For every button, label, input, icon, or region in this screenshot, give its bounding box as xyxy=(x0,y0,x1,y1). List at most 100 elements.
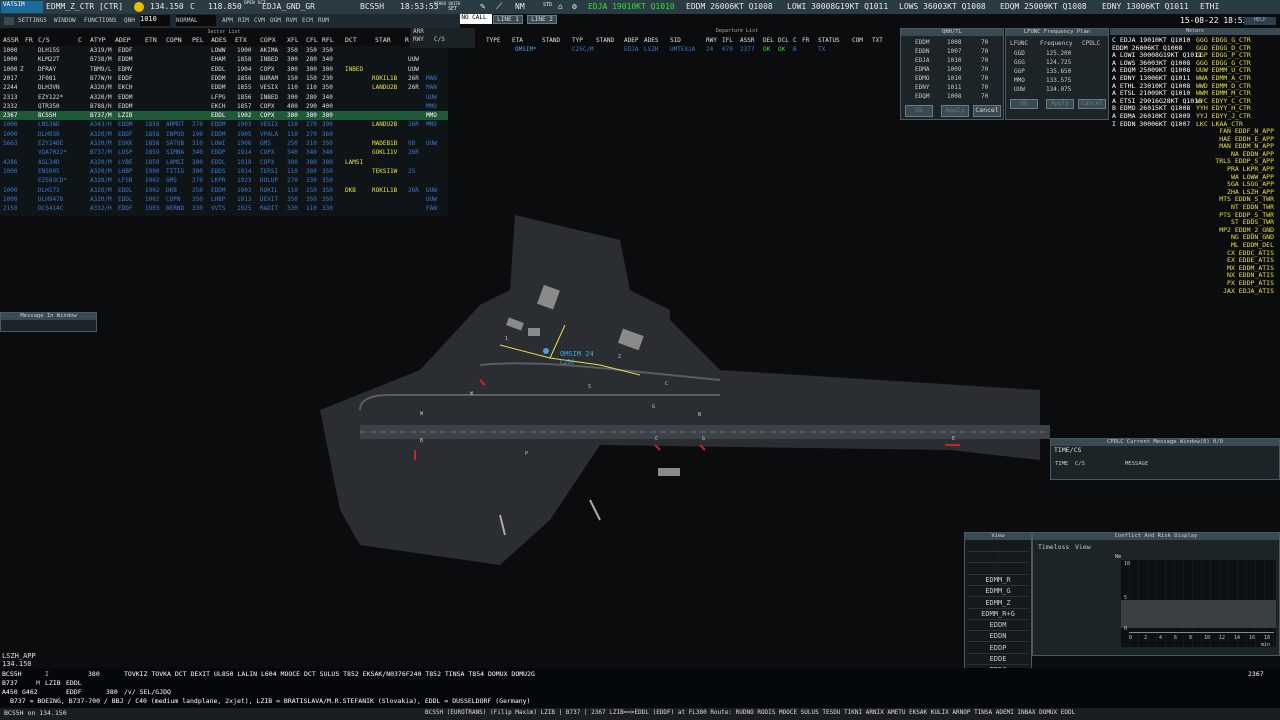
lfunc-ok-button[interactable]: Ok xyxy=(1010,99,1038,109)
col-header-17[interactable]: R xyxy=(405,36,409,44)
qnh-input[interactable]: 1010 xyxy=(140,15,170,26)
cpdlc-window[interactable]: CPDLC Current Message Window(0) 0/0 TIME… xyxy=(1050,438,1280,480)
pen-icon[interactable]: ✎ xyxy=(480,2,485,12)
fp-route[interactable]: TOVKIZ TOVKA DCT DEXIT UL850 LALIN L604 … xyxy=(124,670,535,678)
col-header-13[interactable]: CFL xyxy=(306,36,318,44)
airport-map[interactable]: OMSIM 24 C25C W W P B C G E N S C G 2 1 xyxy=(300,210,1060,570)
sector-list-row[interactable]: 4286 ASL34D A320/M LYBE 1859 LAMSI 380 EDDL 1918… xyxy=(0,158,448,167)
dep-header-10[interactable]: C xyxy=(793,37,797,44)
dep-header-12[interactable]: STATUS xyxy=(818,37,840,44)
lfunc-cell[interactable]: 125.200 xyxy=(1046,50,1071,57)
view-item[interactable]: EDMM_G xyxy=(967,587,1029,598)
fp-speed[interactable]: G462 xyxy=(22,688,38,696)
sector-list-row[interactable]: 5663 EZY24DE A320/M EGKK 1858 SATUB 310 LOWI 190… xyxy=(0,139,448,148)
apm-button[interactable]: APM xyxy=(222,17,233,24)
fp-ades2[interactable]: EDDF xyxy=(66,688,82,696)
lfunc-cancel-button[interactable]: Cancel xyxy=(1078,99,1106,109)
sector-list-row[interactable]: 2313 EZY122* A320/M EDDM LFPG 1856 INBED 300 280… xyxy=(0,93,448,102)
sector-list-row[interactable]: 1000 DLH173 A320/M EDDL 1902 DKB 250 EDDM 1903 RO… xyxy=(0,186,448,195)
aircraft-label[interactable]: OMSIM 24 xyxy=(560,350,594,358)
sector-list-row[interactable]: 1000 ENS905 A320/M LHBP 1900 TITIG 380 EDDS 1914… xyxy=(0,167,448,176)
col-header-11[interactable]: COPX xyxy=(260,36,276,44)
dep-header-1[interactable]: STAND xyxy=(596,37,614,44)
dep-header-6[interactable]: IFL xyxy=(722,37,733,44)
dep-header-14[interactable]: TXT xyxy=(872,37,883,44)
dep-cell[interactable]: EDJA xyxy=(624,46,638,53)
std-label[interactable]: STD xyxy=(543,2,552,8)
lfunc-apply-button[interactable]: Apply xyxy=(1046,99,1074,109)
lfunc-cell[interactable]: 134.075 xyxy=(1046,86,1071,93)
lfunc-cell[interactable]: 133.575 xyxy=(1046,77,1071,84)
fp-squawk2[interactable]: 2367 xyxy=(1248,670,1264,678)
view-item[interactable]: EDDP xyxy=(967,644,1029,654)
freq1[interactable]: 134.150 xyxy=(150,2,184,11)
dep-cell[interactable]: UMTEX1A xyxy=(670,46,695,53)
nm-label[interactable]: NM xyxy=(515,2,525,11)
line2-button[interactable]: LINE 2 xyxy=(527,15,557,24)
lfunc-cell[interactable]: GGG xyxy=(1014,59,1025,66)
view-item[interactable]: EDDN xyxy=(967,632,1029,643)
atc-station[interactable]: JAX EDJA_ATIS xyxy=(1223,287,1274,295)
qnh-apply-button[interactable]: Apply xyxy=(941,105,969,117)
view-item[interactable]: EDMM_R xyxy=(967,576,1029,586)
lfunc-cell[interactable]: MMO xyxy=(1014,77,1025,84)
fp-rfl[interactable]: 380 xyxy=(106,688,118,696)
dep-cell[interactable]: C25C/M xyxy=(572,46,594,53)
view-item[interactable]: EDDM xyxy=(967,621,1029,632)
rvm-button[interactable]: RVM xyxy=(286,17,297,24)
fp-remarks[interactable]: /v/ SEL/GJDQ xyxy=(124,688,171,696)
help-button[interactable]: HELP xyxy=(1244,17,1276,25)
col-header-4[interactable]: ATYP xyxy=(90,36,106,44)
lfunc-cell[interactable]: UUW xyxy=(1014,86,1025,93)
sector-list-row[interactable]: 1000 Z DFRAY TBM9/L EDMV EDDL 1904 COPX 300 300 30… xyxy=(0,65,448,74)
dep-header-11[interactable]: FR xyxy=(802,37,809,44)
menu-window[interactable]: WINDOW xyxy=(54,17,76,24)
view-item[interactable]: EDMM_R+G xyxy=(967,610,1029,620)
selected-callsign[interactable]: BCS5H xyxy=(360,2,384,11)
dep-cell[interactable]: 070 xyxy=(722,46,733,53)
fp-rule[interactable]: I xyxy=(45,670,49,678)
view-item[interactable]: EDDE xyxy=(967,655,1029,665)
bell-icon[interactable]: ⌂ xyxy=(558,2,563,11)
callsign-station[interactable]: EDMM_Z_CTR [CTR] xyxy=(46,2,123,11)
dep-header-13[interactable]: COM xyxy=(852,37,863,44)
col-header-9[interactable]: ADES xyxy=(211,36,227,44)
mode-select[interactable]: NORMAL xyxy=(176,15,216,26)
col-header-7[interactable]: COPN xyxy=(166,36,182,44)
dep-cell[interactable]: 2377 xyxy=(740,46,754,53)
sector-list-row[interactable]: VGA7022* B737/M LOSP 1859 SIMBA 340 EDDP 1914 CO… xyxy=(0,148,448,157)
sector-list-row[interactable]: 1000 DLH930 A320/M EDDF 1858 INPUD 190 EDDM 1905… xyxy=(0,130,448,139)
dep-header-9[interactable]: DCL xyxy=(778,37,789,44)
tab-view[interactable]: View xyxy=(1075,543,1091,551)
sector-list-row[interactable]: 2332 QTR350 B788/H EDDM EKCH 1857 COPX 400 290 40… xyxy=(0,102,448,111)
col-header-15[interactable]: DCT xyxy=(345,36,357,44)
ecm-button[interactable]: ECM xyxy=(302,17,313,24)
dep-cell[interactable]: LSZH xyxy=(644,46,658,53)
col-header-14[interactable]: RFL xyxy=(322,36,334,44)
sector-list-row[interactable]: 2017 JF081 B77W/H EDDF EDDM 1856 BURAM 150 150 23… xyxy=(0,74,448,83)
rum-button[interactable]: RUM xyxy=(318,17,329,24)
conflict-risk-window[interactable]: Conflict And Risk Display Timeloss View … xyxy=(1032,532,1280,656)
fp-squawk[interactable]: 380 xyxy=(88,670,100,678)
ogm-button[interactable]: OGM xyxy=(270,17,281,24)
view-item[interactable]: EDMM_Z xyxy=(967,599,1029,609)
lfunc-cell[interactable]: GGD xyxy=(1014,50,1025,57)
view-item[interactable]: 3 xyxy=(967,565,1029,575)
sector-list-row[interactable]: 1000 DLH9478 A320/M EDDL 1902 COPN 350 LHBP 1913… xyxy=(0,195,448,204)
fp-ades[interactable]: EDDL xyxy=(66,679,82,687)
cvm-button[interactable]: CVM xyxy=(254,17,265,24)
sector-list-row[interactable]: 2244 DLH3VN A320/M EKCH EDDM 1855 VESIX 110 110 3… xyxy=(0,83,448,92)
dep-cell[interactable]: B xyxy=(793,46,797,53)
freq2[interactable]: 118.850 xyxy=(208,2,242,11)
set-label[interactable]: SET xyxy=(448,6,457,12)
sector-name[interactable]: EDJA_GND_GR xyxy=(262,2,315,11)
dep-cell[interactable]: 24 xyxy=(706,46,713,53)
sector-list-row[interactable]: 1000 KLM22T B738/M EDDM EHAM 1858 INBED 300 280 3… xyxy=(0,55,448,64)
gear-icon[interactable]: ⚙ xyxy=(572,2,577,11)
rim-button[interactable]: RIM xyxy=(238,17,249,24)
lfunc-cell[interactable]: GGP xyxy=(1014,68,1025,75)
dep-cell[interactable]: TX xyxy=(818,46,825,53)
sector-list-row[interactable]: 1000 DLH15S A319/M EDDF LOWW 1900 AKIMA 350 350 3… xyxy=(0,46,448,55)
col-header-2[interactable]: C/S xyxy=(38,36,50,44)
view-item[interactable]: 2 xyxy=(967,553,1029,564)
